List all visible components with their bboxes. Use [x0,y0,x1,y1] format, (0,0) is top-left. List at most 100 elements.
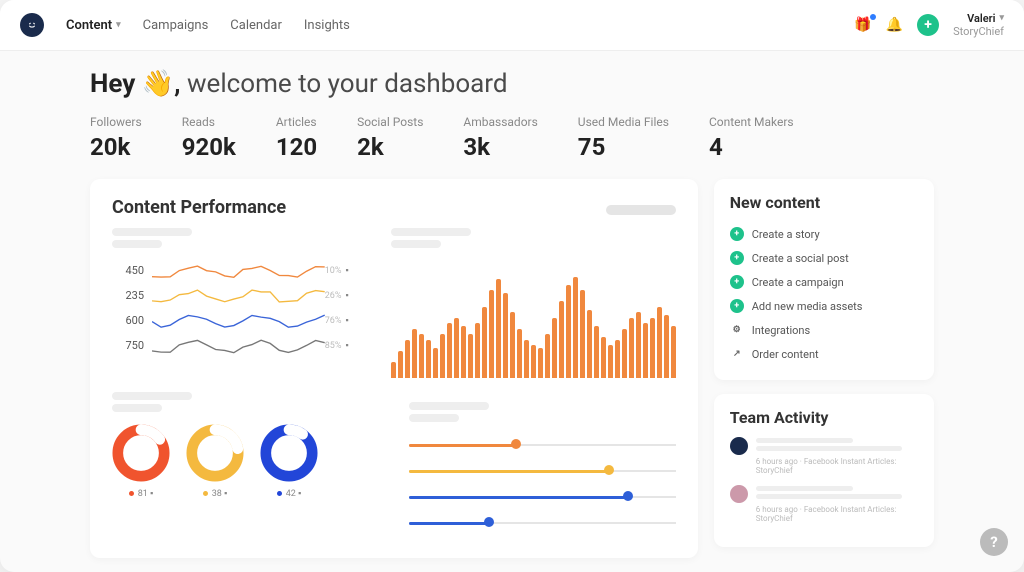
bar [594,326,599,379]
bell-icon[interactable]: 🔔 [886,17,903,33]
bar [559,301,564,378]
logo[interactable] [20,13,44,37]
card-title: Content Performance [112,197,286,218]
bar [636,312,641,378]
stat-value: 3k [463,133,537,161]
bar [510,312,515,378]
stat-label: Ambassadors [463,115,537,129]
avatar [730,437,748,455]
series-value: 750 [112,339,144,352]
welcome-heading: Hey 👋, welcome to your dashboard [90,69,934,99]
bar [650,318,655,379]
item-label: Create a social post [752,252,849,265]
activity-item[interactable]: 6 hours ago · Facebook Instant Articles:… [730,437,918,475]
new-content-item[interactable]: + Create a story [730,222,918,246]
bar [629,318,634,379]
create-icon: + [730,299,744,313]
bar [454,318,459,379]
series-pct: 76% ▪ [325,315,361,326]
bar [608,345,613,378]
stats-row: Followers20k Reads920k Articles 120 Social P… [90,115,934,161]
bar [580,290,585,378]
bar [412,329,417,379]
new-content-item[interactable]: ↗ Order content [730,342,918,366]
stat-item: Followers20k [90,115,142,161]
ring-charts: 81 ▪ 38 ▪ 42 ▪ [112,424,379,499]
bar [433,348,438,379]
stat-item: Ambassadors 3k [463,115,537,161]
activity-item[interactable]: 6 hours ago · Facebook Instant Articles:… [730,485,918,523]
stat-value: 120 [276,133,317,161]
bar-chart [391,268,676,378]
item-label: Create a story [752,228,820,241]
activity-meta: 6 hours ago · Facebook Instant Articles:… [756,505,918,523]
bar [622,329,627,379]
stat-label: Articles [276,115,317,129]
bar [671,326,676,379]
bar [545,334,550,378]
stat-item: Reads920k [182,115,236,161]
bar [489,290,494,378]
bar [447,323,452,378]
stat-value: 20k [90,133,142,161]
ring-icon [260,424,318,482]
bar [531,345,536,378]
ring-icon [186,424,244,482]
bar [524,340,529,379]
ring-label: 42 ▪ [277,488,302,499]
create-icon: + [730,251,744,265]
order-icon: ↗ [730,347,744,361]
stat-item: Articles 120 [276,115,317,161]
create-icon: + [730,275,744,289]
new-content-item[interactable]: + Add new media assets [730,294,918,318]
series-pct: 26% ▪ [325,290,361,301]
chevron-down-icon: ▾ [116,20,121,30]
bar [573,277,578,378]
bar [398,351,403,379]
nav-calendar[interactable]: Calendar [230,18,282,33]
new-content-card: New content + Create a story + Create a soc… [714,179,934,380]
bar [475,323,480,378]
gift-icon[interactable]: 🎁 [854,17,871,33]
slider[interactable] [409,514,676,530]
stat-item: Social Posts 2k [357,115,423,161]
bar [601,337,606,379]
stat-value: 2k [357,133,423,161]
series-value: 600 [112,314,144,327]
help-button[interactable]: ? [980,528,1008,556]
avatar [730,485,748,503]
item-label: Create a campaign [752,276,844,289]
new-content-item[interactable]: + Create a campaign [730,270,918,294]
stat-label: Social Posts [357,115,423,129]
bar [461,326,466,379]
bar [664,315,669,379]
stat-item: Content Makers4 [709,115,794,161]
add-button[interactable]: + [917,14,939,36]
nav-content[interactable]: Content▾ [66,18,121,33]
bar [538,348,543,379]
slider[interactable] [409,488,676,504]
stat-label: Content Makers [709,115,794,129]
bar [419,334,424,378]
line-chart: 450 10% ▪235 26% ▪600 76% ▪750 85% ▪ [112,258,361,368]
stat-value: 75 [578,133,669,161]
filter-placeholder[interactable] [606,205,676,215]
chevron-down-icon: ▾ [999,13,1004,24]
card-title: New content [730,193,918,212]
nav-insights[interactable]: Insights [304,18,350,33]
new-content-item[interactable]: ⚙Integrations [730,318,918,342]
bar [496,279,501,378]
item-label: Order content [752,348,819,361]
slider[interactable] [409,462,676,478]
topbar: Content▾ Campaigns Calendar Insights 🎁 🔔… [0,0,1024,51]
slider[interactable] [409,436,676,452]
bar [503,293,508,379]
nav-campaigns[interactable]: Campaigns [143,18,209,33]
user-menu[interactable]: Valeri▾ StoryChief [953,12,1004,38]
create-icon: + [730,227,744,241]
new-content-item[interactable]: + Create a social post [730,246,918,270]
item-label: Add new media assets [752,300,863,313]
stat-label: Used Media Files [578,115,669,129]
bar [643,323,648,378]
sliders [409,436,676,530]
